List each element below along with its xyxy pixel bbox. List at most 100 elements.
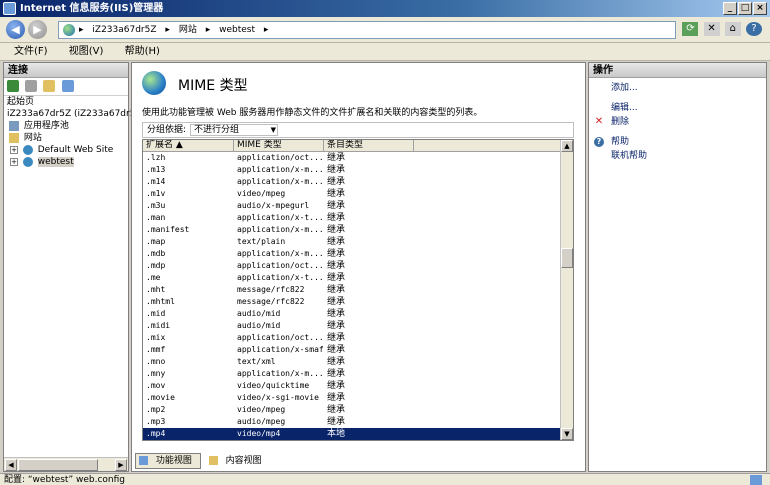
cell-mime-type: video/x-sgi-movie [237,393,319,402]
expand-icon[interactable]: + [10,157,18,166]
back-button[interactable]: ◀ [6,20,25,39]
column-header-entry-type[interactable]: 条目类型 [324,140,414,151]
tree-item-server[interactable]: iZ233a67dr5Z (iZ233a67dr5Z\ [4,108,145,120]
cell-extension: .movie [146,393,175,402]
cell-extension: .mhtml [146,297,175,306]
table-row[interactable]: .m13 application/x-m... 继承 [143,164,573,176]
menu-view[interactable]: 视图(V) [69,46,104,57]
forward-button[interactable]: ▶ [28,20,47,39]
cell-extension: .me [146,273,161,282]
cell-extension: .m13 [146,165,166,174]
menu-help[interactable]: 帮助(H) [125,46,160,57]
scroll-left-icon[interactable]: ◀ [5,459,17,471]
table-row[interactable]: .mdb application/x-m... 继承 [143,248,573,260]
menu-file[interactable]: 文件(F) [14,46,48,57]
column-header-extension[interactable]: 扩展名 ▲ [143,140,234,151]
cell-entry-type: 继承 [327,285,346,295]
scroll-up-icon[interactable]: ▲ [561,140,573,152]
tree-item-webtest[interactable]: + webtest [4,156,128,168]
content-view-icon [208,456,218,465]
cell-mime-type: application/x-t... [237,273,323,282]
up-folder-icon[interactable] [43,80,56,92]
expand-icon[interactable]: + [10,145,18,154]
save-icon[interactable] [25,80,38,92]
connections-header: 连接 [4,63,128,78]
cell-mime-type: application/oct... [237,333,323,342]
tab-content-view[interactable]: 内容视图 [206,454,270,470]
table-row[interactable]: .m3u audio/x-mpegurl 继承 [143,200,573,212]
group-by-bar: 分组依据: 不进行分组 ▼ [142,122,574,138]
table-row[interactable]: .mid audio/mid 继承 [143,308,573,320]
cell-entry-type: 继承 [327,345,346,355]
table-row[interactable]: .mp3 audio/mpeg 继承 [143,416,573,428]
table-row[interactable]: .mp4 video/mp4 本地 [143,428,573,440]
table-row[interactable]: .lzh application/oct... 继承 [143,152,573,164]
cell-extension: .mno [146,357,166,366]
address-segment[interactable]: iZ233a67dr5Z [92,25,156,35]
cell-extension: .mp4 [146,429,166,438]
table-row[interactable]: .m14 application/x-m... 继承 [143,176,573,188]
help-icon[interactable]: ? [746,22,762,36]
scroll-down-icon[interactable]: ▼ [561,428,573,440]
table-row[interactable]: .movie video/x-sgi-movie 继承 [143,392,573,404]
refresh-icon[interactable]: ⟳ [682,22,699,36]
action-edit[interactable]: 编辑... [589,101,766,115]
action-online-help[interactable]: 联机帮助 [589,149,766,163]
cell-entry-type: 继承 [327,177,346,187]
table-row[interactable]: .mno text/xml 继承 [143,356,573,368]
cell-mime-type: application/x-m... [237,177,323,186]
action-help[interactable]: ? 帮助 [589,135,766,149]
feature-description: 使用此功能管理被 Web 服务器用作静态文件的文件扩展名和关联的内容类型的列表。 [142,108,483,118]
table-row[interactable]: .mp2 video/mpeg 继承 [143,404,573,416]
table-row[interactable]: .mmf application/x-smaf 继承 [143,344,573,356]
action-delete[interactable]: ✕ 删除 [589,115,766,129]
scroll-right-icon[interactable]: ▶ [115,459,127,471]
table-row[interactable]: .map text/plain 继承 [143,236,573,248]
page-title: MIME 类型 [178,78,248,94]
table-row[interactable]: .m1v video/mpeg 继承 [143,188,573,200]
cell-entry-type: 继承 [327,405,346,415]
tab-features-view[interactable]: 功能视图 [135,453,201,469]
maximize-button[interactable]: □ [738,2,752,15]
scroll-thumb[interactable] [18,459,98,471]
table-row[interactable]: .mdp application/oct... 继承 [143,260,573,272]
action-add[interactable]: 添加... [589,81,766,95]
tree-item-start-page[interactable]: 起始页 [4,96,128,108]
disconnect-icon[interactable] [61,80,74,92]
scroll-thumb[interactable] [561,248,573,268]
connect-icon[interactable] [7,80,19,92]
address-path[interactable]: ▸ iZ233a67dr5Z ▸ 网站 ▸ webtest ▸ [58,21,676,39]
column-header-mime-type[interactable]: MIME 类型 [234,140,324,151]
tree-item-sites[interactable]: 网站 [4,132,128,144]
globe-icon [22,156,33,167]
table-row[interactable]: .mix application/oct... 继承 [143,332,573,344]
table-row[interactable]: .mny application/x-m... 继承 [143,368,573,380]
table-row[interactable]: .manifest application/x-m... 继承 [143,224,573,236]
cell-entry-type: 继承 [327,369,346,379]
table-row[interactable]: .mhtml message/rfc822 继承 [143,296,573,308]
stop-icon[interactable]: ✕ [703,22,720,36]
tree-item-default-web-site[interactable]: + Default Web Site [4,144,128,156]
cell-mime-type: application/x-m... [237,165,323,174]
cell-extension: .man [146,213,166,222]
address-segment[interactable]: 网站 [179,25,197,35]
table-row[interactable]: .mov video/quicktime 继承 [143,380,573,392]
cell-mime-type: message/rfc822 [237,285,305,294]
cell-mime-type: application/x-t... [237,213,323,222]
minimize-button[interactable]: _ [723,2,737,15]
tree-item-app-pools[interactable]: 应用程序池 [4,120,128,132]
actions-pane: 操作 添加... 编辑... ✕ 删除 ? 帮助 联机帮助 [588,62,767,472]
cell-entry-type: 继承 [327,213,346,223]
cell-extension: .mdb [146,249,166,258]
address-segment[interactable]: webtest [219,25,255,35]
table-row[interactable]: .midi audio/mid 继承 [143,320,573,332]
connections-hscrollbar[interactable]: ◀ ▶ [4,457,128,471]
close-button[interactable]: × [753,2,767,15]
group-by-select[interactable]: 不进行分组 ▼ [190,124,278,136]
table-row[interactable]: .me application/x-t... 继承 [143,272,573,284]
table-row[interactable]: .mht message/rfc822 继承 [143,284,573,296]
table-vscrollbar[interactable]: ▲ ▼ [560,140,573,440]
table-row[interactable]: .man application/x-t... 继承 [143,212,573,224]
home-icon[interactable]: ⌂ [724,22,741,36]
cell-entry-type: 继承 [327,417,346,427]
